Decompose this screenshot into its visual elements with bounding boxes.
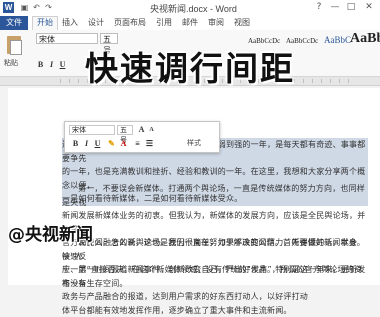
mini-styles-button[interactable]: 样式 <box>187 138 201 148</box>
close-button[interactable]: ✕ <box>362 1 376 14</box>
mini-bold-button[interactable]: B <box>71 139 80 149</box>
tab-home[interactable]: 开始 <box>32 16 58 30</box>
overlay-title: 快速调行间距 <box>0 42 380 90</box>
document-page[interactable]: 过去一年，是央视新闻新媒体从无到有、由弱到强的一年，是每天都有奇迹、事事都要争先… <box>8 88 380 285</box>
mini-font-select[interactable]: 宋体 <box>69 125 115 135</box>
window-title: 央视新闻.docx - Word <box>150 2 237 15</box>
tab-insert[interactable]: 插入 <box>62 17 78 29</box>
tab-review[interactable]: 审阅 <box>208 17 224 29</box>
paragraph-line: 第一，不要误会新媒体。打通两个舆论场，一直是传统媒体的努力方向，也同样是央视 <box>62 182 368 209</box>
mini-italic-button[interactable]: I <box>82 139 91 149</box>
maximize-button[interactable]: □ <box>344 1 358 14</box>
help-button[interactable]: ? <box>312 1 326 14</box>
ribbon-tabs: 文件 开始 插入 设计 页面布局 引用 邮件 审阅 视图 <box>0 16 380 30</box>
undo-icon[interactable]: ↶ <box>32 3 41 12</box>
paragraph-line: 新闻发展新媒体业务的初衷。但我认为，新媒体的发展方向，应该是全民舆论场，并不是 <box>62 209 368 236</box>
tab-design[interactable]: 设计 <box>88 17 104 29</box>
shrink-font-button[interactable]: A <box>147 125 156 135</box>
mini-underline-button[interactable]: U <box>93 139 102 149</box>
tab-mailings[interactable]: 邮件 <box>182 17 198 29</box>
mini-size-select[interactable]: 五号 <box>117 125 133 135</box>
save-icon[interactable]: ▣ <box>20 3 29 12</box>
paragraph-line: 应、第一时间报道新闻事件，创新改变自己，严出好作品。特别是这一年来，更新发布一条 <box>62 263 368 290</box>
cctv-news-watermark: @央视新闻 <box>8 220 93 245</box>
tab-file[interactable]: 文件 <box>0 16 28 30</box>
paragraph[interactable]: 说什么，怎么说，这也是我们一直在努力于解决的问题。首先要做好新闻本身。快速反 应… <box>62 236 368 317</box>
highlight-icon[interactable]: ✎ <box>107 139 116 149</box>
title-bar: W ▣ ↶ ↷ 央视新闻.docx - Word ? — □ ✕ <box>0 0 380 17</box>
tab-references[interactable]: 引用 <box>156 17 172 29</box>
minimize-button[interactable]: — <box>328 1 342 14</box>
paragraph-line: 体平台都能有效地发挥作用，逐步确立了重大事件和主流新闻。 <box>62 304 368 317</box>
paragraph-line: 政务与产品融合的报道，达到用户需求的好东西打动人，以好评打动 <box>62 290 368 304</box>
mini-toolbar: 宋体 五号 A A B I U ✎ A ≡ ☰ 样式 <box>64 121 220 153</box>
word-logo-icon: W <box>3 2 14 13</box>
numbering-icon[interactable]: ☰ <box>145 139 154 149</box>
paragraph-line: 说什么，怎么说，这也是我们一直在努力于解决的问题。首先要做好新闻本身。快速反 <box>62 236 368 263</box>
tab-layout[interactable]: 页面布局 <box>114 17 146 29</box>
bullets-icon[interactable]: ≡ <box>133 139 142 149</box>
redo-icon[interactable]: ↷ <box>44 3 53 12</box>
tab-view[interactable]: 视图 <box>234 17 250 29</box>
grow-font-button[interactable]: A <box>137 125 146 135</box>
font-color-icon[interactable]: A <box>119 139 128 149</box>
